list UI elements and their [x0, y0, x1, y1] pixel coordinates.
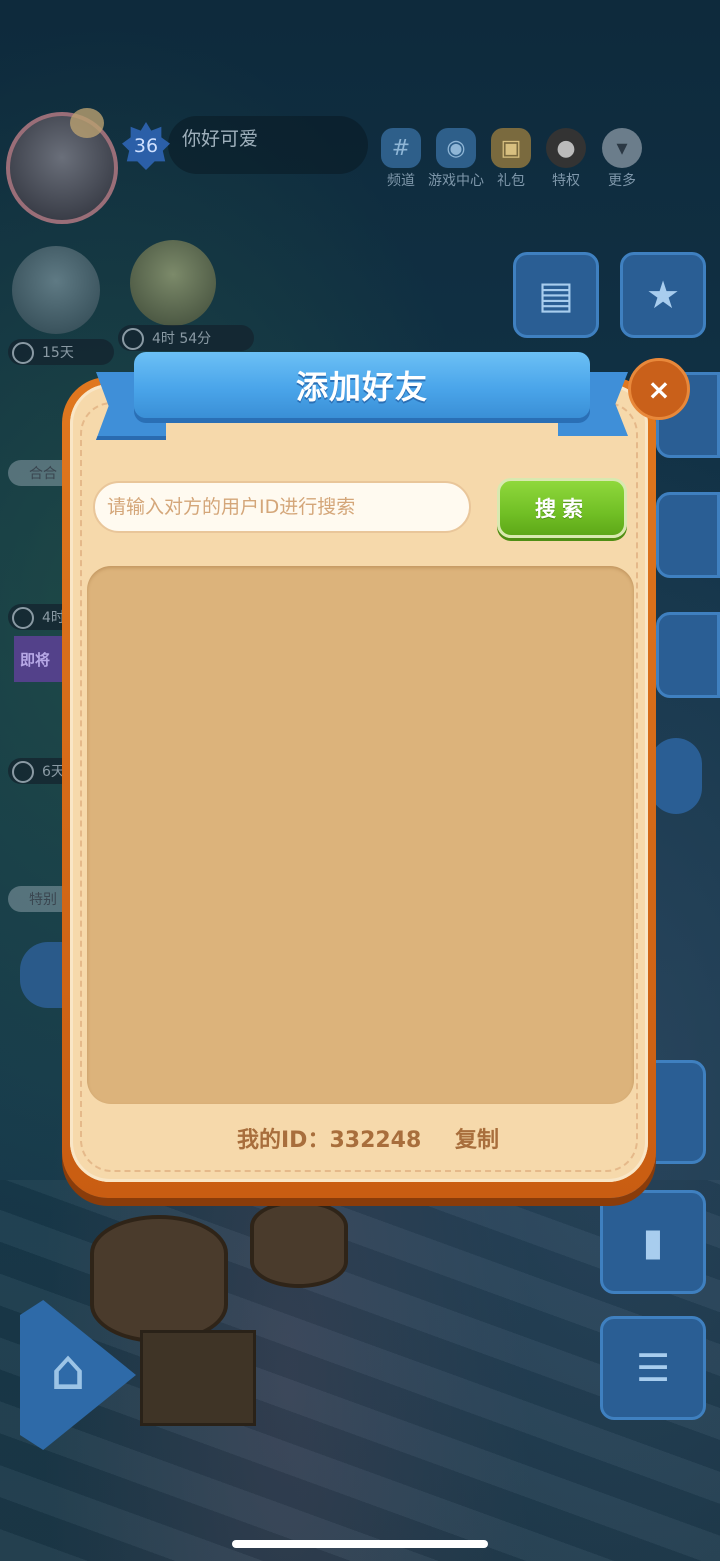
event-timer: 15天: [8, 339, 114, 365]
avatar-frame-decoration: [70, 108, 104, 138]
event-icon-character[interactable]: [12, 246, 100, 334]
notebook-icon: ▤: [538, 273, 574, 317]
search-button[interactable]: 搜索: [497, 478, 627, 538]
house-icon: ⌂: [50, 1338, 86, 1403]
event-timer: 4时 54分: [118, 325, 254, 351]
crate-decoration: [140, 1330, 256, 1426]
hash-icon: #: [381, 128, 421, 168]
menu-more[interactable]: ▾ 更多: [594, 128, 650, 190]
event-icon-chef[interactable]: [130, 240, 216, 326]
close-button[interactable]: ×: [628, 358, 690, 420]
menu-privilege[interactable]: ● 特权: [538, 128, 594, 190]
menu-label: 更多: [608, 173, 636, 189]
notebook-button[interactable]: ▤: [513, 252, 599, 338]
menu-label: 特权: [552, 173, 580, 189]
calendar-button[interactable]: ★: [620, 252, 706, 338]
menu-channel[interactable]: # 频道: [373, 128, 429, 190]
user-id-search-input[interactable]: [93, 481, 471, 533]
barrel-decoration: [90, 1215, 228, 1343]
calendar-icon: ★: [645, 273, 681, 317]
title-ribbon: 添加好友: [134, 352, 590, 418]
my-id-text: 我的ID：332248: [237, 1128, 422, 1153]
gift-icon: ▣: [491, 128, 531, 168]
menu-label: 游戏中心: [428, 173, 484, 189]
menu-game-center[interactable]: ◉ 游戏中心: [428, 128, 484, 190]
chevron-down-icon: ▾: [602, 128, 642, 168]
side-button[interactable]: [656, 492, 720, 578]
checklist-icon: ☰: [635, 1346, 671, 1390]
penguin-icon: ●: [546, 128, 586, 168]
home-indicator[interactable]: [232, 1540, 488, 1548]
journal-button[interactable]: ▮: [600, 1190, 706, 1294]
menu-gift-pack[interactable]: ▣ 礼包: [483, 128, 539, 190]
book-icon: ▮: [642, 1220, 664, 1264]
task-list-button[interactable]: ☰: [600, 1316, 706, 1420]
barrel-decoration: [250, 1200, 348, 1288]
gamepad-icon: ◉: [436, 128, 476, 168]
dialog-title: 添加好友: [295, 368, 428, 406]
menu-label: 礼包: [497, 173, 525, 189]
close-icon: ×: [647, 372, 671, 406]
player-name: 你好可爱: [182, 128, 259, 150]
copy-id-button[interactable]: 复制: [455, 1122, 499, 1154]
search-results-area: [87, 566, 634, 1104]
expand-right-button[interactable]: [650, 738, 702, 814]
side-button[interactable]: [656, 612, 720, 698]
menu-label: 频道: [387, 173, 415, 189]
